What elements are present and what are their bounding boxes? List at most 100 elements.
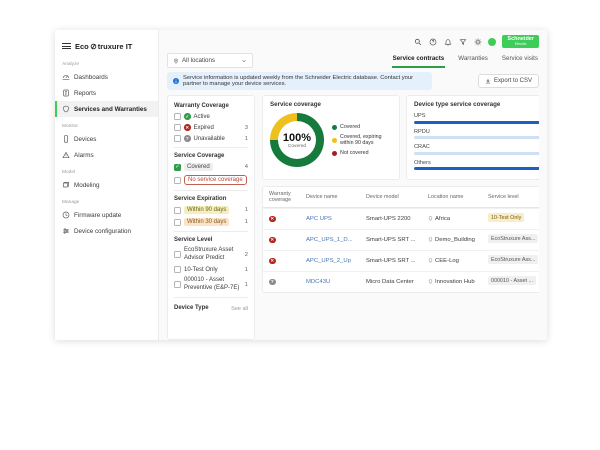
coverage-label: Covered	[288, 144, 306, 149]
filter-option-asset-advisor-predict[interactable]: EcoStruxure Asset Advisor Predict 2	[174, 247, 248, 262]
coverage-legend-item: Covered, expiring within 90 days	[332, 134, 392, 146]
download-icon	[485, 78, 491, 84]
checkbox[interactable]	[174, 266, 181, 273]
filter-option-active[interactable]: ✓ Active	[174, 113, 248, 120]
checkbox[interactable]	[174, 177, 181, 184]
user-avatar[interactable]	[488, 38, 496, 46]
sidebar-item-devices[interactable]: Devices	[55, 131, 158, 147]
divider	[174, 147, 248, 148]
device-type-row: UPS100%	[414, 113, 539, 124]
filter-option-unavailable[interactable]: ? Unavailable 1	[174, 135, 248, 142]
location-pin-icon	[173, 58, 179, 64]
sidebar-item-services-and-warranties[interactable]: Services and Warranties	[55, 101, 158, 117]
logo-text-suffix: truxure IT	[98, 42, 133, 51]
notifications-bell-icon[interactable]	[443, 37, 452, 46]
col-warranty-coverage[interactable]: Warranty coverage	[269, 191, 306, 204]
sidebar-item-device-configuration[interactable]: Device configuration	[55, 223, 158, 239]
filter-option-asset-preventive[interactable]: 000010 - Asset Preventive (E&P-7E) 1	[174, 277, 248, 292]
service-coverage-title: Service coverage	[270, 101, 392, 108]
checkbox[interactable]	[174, 135, 181, 142]
see-all-link[interactable]: See all	[231, 306, 248, 312]
checkbox[interactable]	[174, 113, 181, 120]
service-level-badge: 10-Test Only	[488, 213, 524, 222]
help-icon[interactable]	[428, 37, 437, 46]
device-type-row: Others100%	[414, 160, 539, 171]
filter-option-within-90-days[interactable]: Within 90 days 1	[174, 206, 248, 214]
filter-option-expired[interactable]: ✕ Expired 3	[174, 124, 248, 131]
checkbox[interactable]	[174, 207, 181, 214]
table-row[interactable]: ✕ APC_UPS_2_Up Smart-UPS SRT ... CEE-Log…	[263, 250, 539, 271]
filter-group-title: Service Coverage	[174, 153, 248, 159]
chevron-down-icon	[241, 58, 247, 64]
sidebar-item-alarms[interactable]: Alarms	[55, 147, 158, 163]
coverage-legend-item: Not covered	[332, 150, 392, 156]
location-selector[interactable]: All locations	[167, 53, 253, 68]
warranty-expired-icon: ✕	[269, 216, 276, 223]
sidebar-section-model: Model	[62, 170, 151, 175]
table-header-row: Warranty coverage Device name Device mod…	[263, 187, 539, 208]
divider	[174, 190, 248, 191]
sidebar-item-modeling[interactable]: Modeling	[55, 177, 158, 193]
sidebar: Eco truxure IT Analyze Dashboards Report…	[55, 30, 159, 340]
device-name-link[interactable]: APC_UPS_2_Up	[306, 258, 366, 264]
screenshot-canvas: Eco truxure IT Analyze Dashboards Report…	[0, 0, 600, 450]
filter-option-10-test-only[interactable]: 10-Test Only 1	[174, 266, 248, 273]
device-name-link[interactable]: MDC43U	[306, 279, 366, 285]
menu-icon[interactable]	[62, 43, 71, 49]
tab-service-contracts[interactable]: Service contracts	[392, 52, 446, 68]
divider	[174, 231, 248, 232]
schneider-electric-logo[interactable]: Schneider Electric	[502, 35, 539, 48]
col-service-level[interactable]: Service level	[488, 194, 539, 200]
col-device-model[interactable]: Device model	[366, 194, 428, 200]
tab-warranties[interactable]: Warranties	[457, 52, 489, 68]
table-row[interactable]: ✕ APC UPS Smart-UPS 2200 Africa 10-Test …	[263, 208, 539, 229]
sidebar-item-firmware-update[interactable]: Firmware update	[55, 207, 158, 223]
checkbox[interactable]	[174, 124, 181, 131]
modeling-cube-icon	[62, 181, 70, 189]
sidebar-section-manage: Manage	[62, 200, 151, 205]
dashboard-icon	[62, 73, 70, 81]
ecostruxure-swirl-icon	[90, 43, 97, 50]
content: Warranty Coverage ✓ Active ✕ Expired 3	[167, 95, 539, 340]
toolbar: All locations Service contracts Warranti…	[159, 50, 547, 68]
checkbox-checked[interactable]: ✓	[174, 164, 181, 171]
device-icon	[62, 135, 70, 143]
coverage-percent: 100%	[283, 132, 311, 144]
sidebar-section-analyze: Analyze	[62, 62, 151, 67]
service-level-badge: EcoStruxure Ass...	[488, 255, 538, 264]
topbar: Schneider Electric	[159, 30, 547, 50]
info-banner: i Service information is updated weekly …	[167, 72, 432, 90]
sidebar-item-reports[interactable]: Reports	[55, 85, 158, 101]
filter-funnel-icon[interactable]	[458, 37, 467, 46]
settings-gear-icon[interactable]	[473, 37, 482, 46]
device-name-link[interactable]: APC UPS	[306, 216, 366, 222]
service-level-badge: EcoStruxure Ass...	[488, 234, 538, 243]
checkbox[interactable]	[174, 251, 181, 258]
checkbox[interactable]	[174, 281, 181, 288]
device-type-row: RPDU	[414, 129, 539, 140]
filter-option-within-30-days[interactable]: Within 30 days 1	[174, 218, 248, 226]
legend-dot-covered	[332, 125, 337, 130]
filter-option-covered[interactable]: ✓ Covered 4	[174, 163, 248, 171]
legend-dot-expiring	[332, 138, 337, 143]
filter-panel: Warranty Coverage ✓ Active ✕ Expired 3	[167, 95, 255, 340]
tab-service-visits[interactable]: Service visits	[501, 52, 539, 68]
legend-dot-not-covered	[332, 151, 337, 156]
table-row[interactable]: ? MDC43U Micro Data Center Innovation Hu…	[263, 271, 539, 292]
app-window: Eco truxure IT Analyze Dashboards Report…	[55, 30, 547, 340]
coverage-legend-item: Covered	[332, 124, 392, 130]
warranty-unavailable-icon: ?	[184, 135, 191, 142]
warranty-expired-icon: ✕	[184, 124, 191, 131]
col-location-name[interactable]: Location name	[428, 194, 488, 200]
checkbox[interactable]	[174, 219, 181, 226]
table-row[interactable]: ✕ APC_UPS_1_D... Smart-UPS SRT ... Demo_…	[263, 229, 539, 250]
banner-row: i Service information is updated weekly …	[167, 72, 539, 90]
device-type-bar-fill	[414, 167, 539, 170]
filter-option-no-service-coverage[interactable]: No service coverage	[174, 175, 248, 185]
sidebar-item-dashboards[interactable]: Dashboards	[55, 69, 158, 85]
filter-group-title: Service Level	[174, 237, 248, 243]
device-name-link[interactable]: APC_UPS_1_D...	[306, 237, 366, 243]
export-to-csv-button[interactable]: Export to CSV	[478, 74, 539, 88]
search-icon[interactable]	[413, 37, 422, 46]
col-device-name[interactable]: Device name	[306, 194, 366, 200]
